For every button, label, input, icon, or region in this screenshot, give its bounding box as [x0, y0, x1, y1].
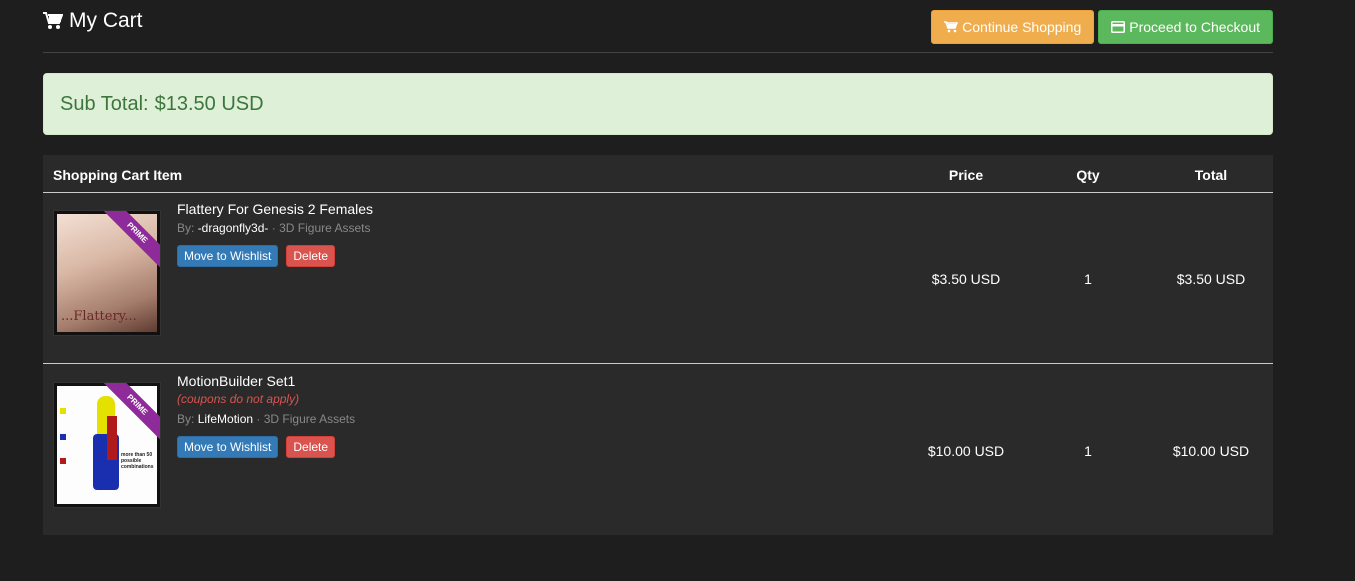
by-label: By:: [177, 221, 195, 235]
item-price: $10.00 USD: [927, 443, 1005, 459]
product-title-link[interactable]: MotionBuilder Set1: [177, 373, 295, 389]
table-row: more than 50 possible combinations PRIME…: [43, 363, 1273, 534]
delete-button[interactable]: Delete: [286, 245, 336, 267]
category-link[interactable]: 3D Figure Assets: [279, 221, 370, 235]
column-header-qty: Qty: [1076, 167, 1100, 183]
continue-shopping-label: Continue Shopping: [962, 19, 1082, 35]
cart-header: My Cart Continue Shopping Proceed to Che…: [43, 0, 1273, 53]
product-thumbnail[interactable]: ...Flattery... PRIME: [53, 210, 161, 336]
product-thumbnail[interactable]: more than 50 possible combinations PRIME: [53, 382, 161, 508]
coupon-note: (coupons do not apply): [177, 392, 300, 406]
row-actions: Move to Wishlist Delete: [177, 245, 336, 267]
header-actions: Continue Shopping Proceed to Checkout: [931, 10, 1273, 44]
column-header-total: Total: [1194, 167, 1228, 183]
column-header-item: Shopping Cart Item: [53, 167, 183, 183]
item-price: $3.50 USD: [931, 271, 1001, 287]
proceed-to-checkout-button[interactable]: Proceed to Checkout: [1098, 10, 1273, 44]
move-to-wishlist-button[interactable]: Move to Wishlist: [177, 436, 279, 458]
delete-button[interactable]: Delete: [286, 436, 336, 458]
page-title-text: My Cart: [69, 9, 143, 32]
subtotal-alert: Sub Total: $13.50 USD: [43, 73, 1273, 135]
page-title: My Cart: [43, 9, 143, 33]
item-qty: 1: [1084, 443, 1092, 459]
thumbnail-caption: ...Flattery...: [61, 309, 137, 324]
shopping-cart-icon: [43, 12, 63, 29]
table-header: Shopping Cart Item Price Qty Total: [43, 155, 1273, 193]
item-total: $3.50 USD: [1176, 271, 1246, 287]
continue-shopping-button[interactable]: Continue Shopping: [931, 10, 1095, 44]
move-to-wishlist-button[interactable]: Move to Wishlist: [177, 245, 279, 267]
row-actions: Move to Wishlist Delete: [177, 436, 336, 458]
category-link[interactable]: 3D Figure Assets: [264, 412, 355, 426]
product-byline: By: LifeMotion · 3D Figure Assets: [177, 412, 355, 426]
product-byline: By: -dragonfly3d- · 3D Figure Assets: [177, 221, 370, 235]
shopping-cart-icon: [944, 21, 959, 33]
subtotal-amount: $13.50 USD: [154, 93, 264, 115]
artist-link[interactable]: -dragonfly3d-: [198, 221, 269, 235]
cart-page: My Cart Continue Shopping Proceed to Che…: [43, 0, 1273, 535]
separator-dot: ·: [271, 221, 276, 235]
artist-link[interactable]: LifeMotion: [198, 412, 253, 426]
separator-dot: ·: [256, 412, 261, 426]
item-qty: 1: [1084, 271, 1092, 287]
credit-card-icon: [1111, 21, 1126, 33]
table-row: ...Flattery... PRIME Flattery For Genesi…: [43, 193, 1273, 363]
checkout-label: Proceed to Checkout: [1129, 19, 1260, 35]
cart-table: Shopping Cart Item Price Qty Total ...Fl…: [43, 155, 1273, 535]
subtotal-label: Sub Total:: [60, 93, 149, 115]
item-total: $10.00 USD: [1172, 443, 1250, 459]
product-title-link[interactable]: Flattery For Genesis 2 Females: [177, 201, 373, 217]
thumbnail-caption: more than 50 possible combinations: [121, 452, 154, 470]
by-label: By:: [177, 412, 195, 426]
column-header-price: Price: [948, 167, 984, 183]
